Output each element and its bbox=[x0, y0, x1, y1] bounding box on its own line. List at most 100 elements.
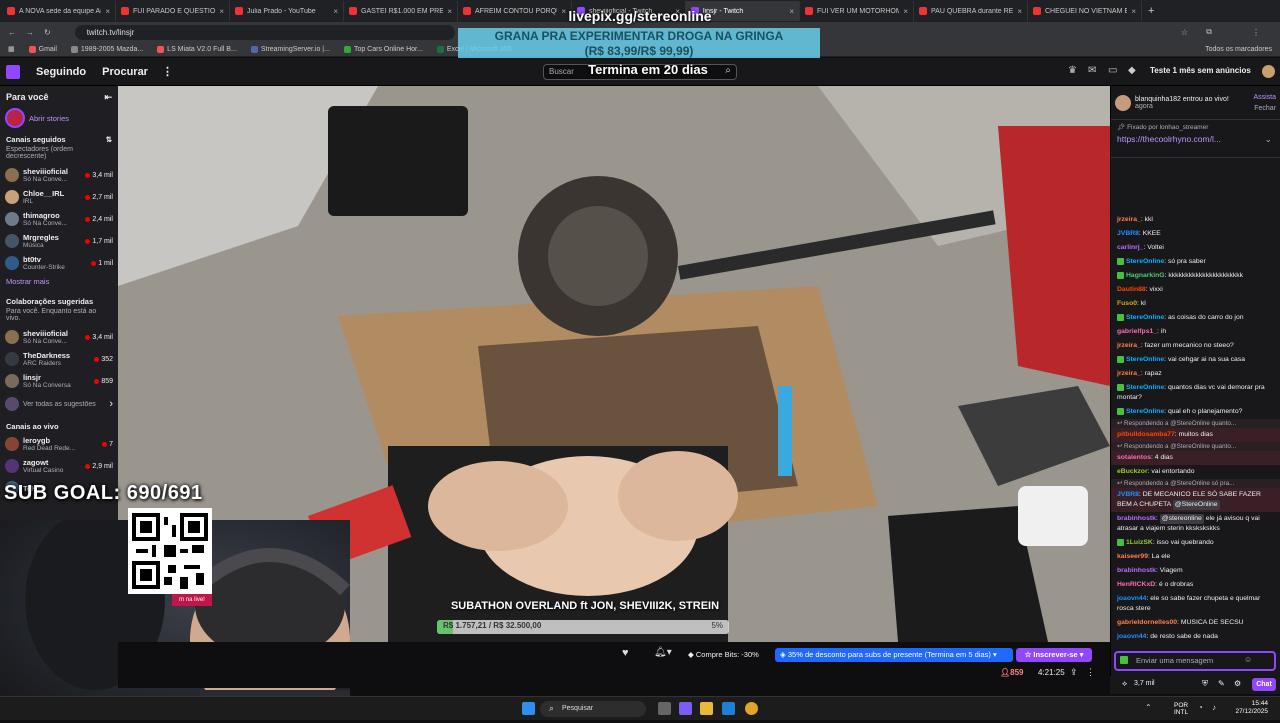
sidebar-channel[interactable]: TheDarkness ARC Raiders 352 bbox=[0, 348, 118, 370]
show-more-link[interactable]: Mostrar mais bbox=[0, 274, 118, 289]
chat-mention[interactable]: @stereonline bbox=[1159, 514, 1204, 524]
chrome-icon[interactable] bbox=[745, 702, 758, 715]
chat-send-button[interactable]: Chat bbox=[1252, 678, 1276, 691]
subscribe-button[interactable]: ☆ Inscrever-se ▾ bbox=[1016, 648, 1092, 662]
back-icon[interactable]: ← bbox=[8, 28, 16, 37]
emote-icon[interactable]: ☺ bbox=[1244, 655, 1252, 664]
buy-bits-button[interactable]: ◆ Compre Bits: -30% bbox=[688, 650, 759, 659]
collapse-icon[interactable]: ⇤ bbox=[104, 92, 112, 103]
reload-icon[interactable]: ↻ bbox=[44, 28, 51, 37]
chat-username[interactable]: StereOnline bbox=[1126, 314, 1164, 321]
whispers-icon[interactable]: ▭ bbox=[1108, 65, 1117, 76]
chat-username[interactable]: kaiseer99 bbox=[1117, 553, 1148, 560]
bookmark-item[interactable]: Gmail bbox=[28, 45, 57, 53]
chat-username[interactable]: carlinrj_ bbox=[1117, 244, 1143, 251]
chat-username[interactable]: StereOnline bbox=[1126, 408, 1164, 415]
chat-username[interactable]: joaovn44 bbox=[1117, 633, 1146, 640]
chat-username[interactable]: HagnarkinG bbox=[1126, 272, 1165, 279]
chat-username[interactable]: eBuckzor bbox=[1117, 468, 1148, 475]
gift-sub-promo-button[interactable]: ◈ 35% de desconto para subs de presente … bbox=[775, 648, 1013, 662]
bits-icon[interactable]: ◆ bbox=[1128, 65, 1136, 76]
browser-tab[interactable]: PAU QUEBRA durante REPOR× bbox=[914, 1, 1028, 21]
chat-username[interactable]: gabrielfps1_ bbox=[1117, 328, 1157, 335]
chat-username[interactable]: Fuso0 bbox=[1117, 300, 1137, 307]
close-icon[interactable]: × bbox=[105, 7, 110, 16]
browser-tab[interactable]: CHEGUEI NO VIETNAM E JÁ E× bbox=[1028, 1, 1142, 21]
browser-tab[interactable]: FUI VER UM MOTORHOME D× bbox=[800, 1, 914, 21]
wifi-icon[interactable]: ◔ bbox=[1198, 703, 1203, 712]
more-options-icon[interactable]: ⋮ bbox=[1086, 667, 1095, 678]
stories-item[interactable]: Abrir stories bbox=[0, 105, 118, 131]
file-explorer-icon[interactable] bbox=[700, 702, 713, 715]
apps-icon[interactable]: ▦ bbox=[8, 45, 15, 53]
inbox-icon[interactable]: ✉ bbox=[1088, 65, 1096, 76]
chat-mention[interactable]: @StereOnline bbox=[1170, 420, 1210, 427]
chat-username[interactable]: jrzeira_ bbox=[1117, 342, 1141, 349]
sidebar-channel[interactable]: thimagroo Só Na Conve... 2,4 mil bbox=[0, 208, 118, 230]
chevron-down-icon[interactable]: ⌄ bbox=[1264, 134, 1272, 145]
chat-username[interactable]: sotalentos bbox=[1117, 454, 1151, 461]
url-field[interactable]: twitch.tv/linsjr bbox=[74, 24, 455, 40]
follow-heart-icon[interactable]: ♥ bbox=[622, 647, 629, 659]
taskbar-clock[interactable]: 15:44 27/12/2025 bbox=[1235, 700, 1268, 716]
close-icon[interactable]: × bbox=[447, 7, 452, 16]
forward-icon[interactable]: → bbox=[26, 28, 34, 37]
see-all-suggestions[interactable]: Ver todas as sugestões › bbox=[0, 392, 118, 416]
task-view-icon[interactable] bbox=[658, 702, 671, 715]
sidebar-channel[interactable]: leroygb Red Dead Rede... 7 bbox=[0, 433, 118, 455]
sidebar-channel[interactable]: linsjr Só Na Conversa 859 bbox=[0, 370, 118, 392]
chat-username[interactable]: gabrieldornelles00 bbox=[1117, 619, 1177, 626]
close-icon[interactable]: × bbox=[219, 7, 224, 16]
chat-username[interactable]: HenRICKxD bbox=[1117, 581, 1155, 588]
chat-username[interactable]: JVBR8 bbox=[1117, 230, 1139, 237]
sort-icon[interactable]: ⇅ bbox=[106, 135, 112, 144]
bookmark-item[interactable]: StreamingServer.io |... bbox=[250, 45, 330, 53]
close-icon[interactable]: × bbox=[1131, 7, 1136, 16]
close-icon[interactable]: × bbox=[789, 7, 794, 16]
sidebar-channel[interactable]: Mrgregles Música 1,7 mil bbox=[0, 230, 118, 252]
edit-icon[interactable]: ✎ bbox=[1218, 679, 1225, 688]
more-icon[interactable]: ⋮ bbox=[162, 65, 173, 78]
chat-username[interactable]: jrzeira_ bbox=[1117, 370, 1141, 377]
chat-username[interactable]: brabinhostk bbox=[1117, 567, 1156, 574]
windows-start-icon[interactable] bbox=[522, 702, 535, 715]
ad-free-trial-link[interactable]: Teste 1 mês sem anúncios bbox=[1150, 66, 1251, 75]
copilot-icon[interactable] bbox=[679, 702, 692, 715]
bookmark-item[interactable]: 1989-2005 Mazda... bbox=[70, 45, 143, 53]
shield-icon[interactable]: ⛨ bbox=[1202, 679, 1208, 689]
sidebar-channel[interactable]: sheviiioficial Só Na Conve... 3,4 mil bbox=[0, 164, 118, 186]
chat-username[interactable]: StereOnline bbox=[1126, 258, 1164, 265]
close-icon[interactable]: × bbox=[903, 7, 908, 16]
nav-following[interactable]: Seguindo bbox=[36, 66, 86, 78]
chevron-up-icon[interactable]: ⌃ bbox=[1145, 703, 1152, 712]
browser-tab[interactable]: A NOVA sede da equipe Arro × bbox=[2, 1, 116, 21]
edge-icon[interactable] bbox=[722, 702, 735, 715]
browser-tab[interactable]: AFREIM CONTOU PORQUE F× bbox=[458, 1, 572, 21]
volume-icon[interactable]: ♪ bbox=[1212, 703, 1216, 712]
notification-bell-icon[interactable]: 🔔︎▾ bbox=[654, 647, 672, 658]
browser-tab[interactable]: FUI PARADO E QUESTIONAD× bbox=[116, 1, 230, 21]
pinned-link[interactable]: https://thecoolrhyno.com/l... bbox=[1117, 134, 1274, 144]
nav-browse[interactable]: Procurar bbox=[102, 66, 148, 78]
sidebar-channel[interactable]: sheviiioficial Só Na Conve... 3,4 mil bbox=[0, 326, 118, 348]
chat-username[interactable]: 1LuizSK bbox=[1126, 539, 1153, 546]
close-link[interactable]: Fechar bbox=[1253, 105, 1276, 112]
pinned-message[interactable]: 📌︎ Fixado por lonhao_streamer https://th… bbox=[1111, 120, 1280, 158]
sidebar-channel[interactable]: Chloe__IRL IRL 2,7 mil bbox=[0, 186, 118, 208]
close-icon[interactable]: × bbox=[333, 7, 338, 16]
channel-points-icon[interactable]: ⟡ bbox=[1122, 679, 1127, 689]
bookmark-star-icon[interactable]: ☆ bbox=[1181, 28, 1188, 37]
chat-username[interactable]: brabinhostk bbox=[1117, 515, 1156, 522]
chat-username[interactable]: StereOnline bbox=[1126, 356, 1164, 363]
browser-tab[interactable]: GASTEI R$1.000 EM PRESENT× bbox=[344, 1, 458, 21]
share-icon[interactable]: ⇪ bbox=[1070, 667, 1078, 678]
bookmark-item[interactable]: Top Cars Online Hor... bbox=[343, 45, 423, 53]
menu-icon[interactable]: ⋮ bbox=[1252, 28, 1260, 37]
system-tray-language[interactable]: POR INTL bbox=[1174, 702, 1188, 716]
browser-tab[interactable]: Julia Prado - YouTube × bbox=[230, 1, 344, 21]
chat-username[interactable]: joaovn44 bbox=[1117, 595, 1146, 602]
chat-mention[interactable]: @StereOnline bbox=[1172, 500, 1220, 510]
all-bookmarks[interactable]: Todos os marcadores bbox=[1205, 46, 1272, 53]
taskbar-search[interactable]: Pesquisar bbox=[540, 701, 646, 717]
chat-username[interactable]: StereOnline bbox=[1126, 384, 1164, 391]
